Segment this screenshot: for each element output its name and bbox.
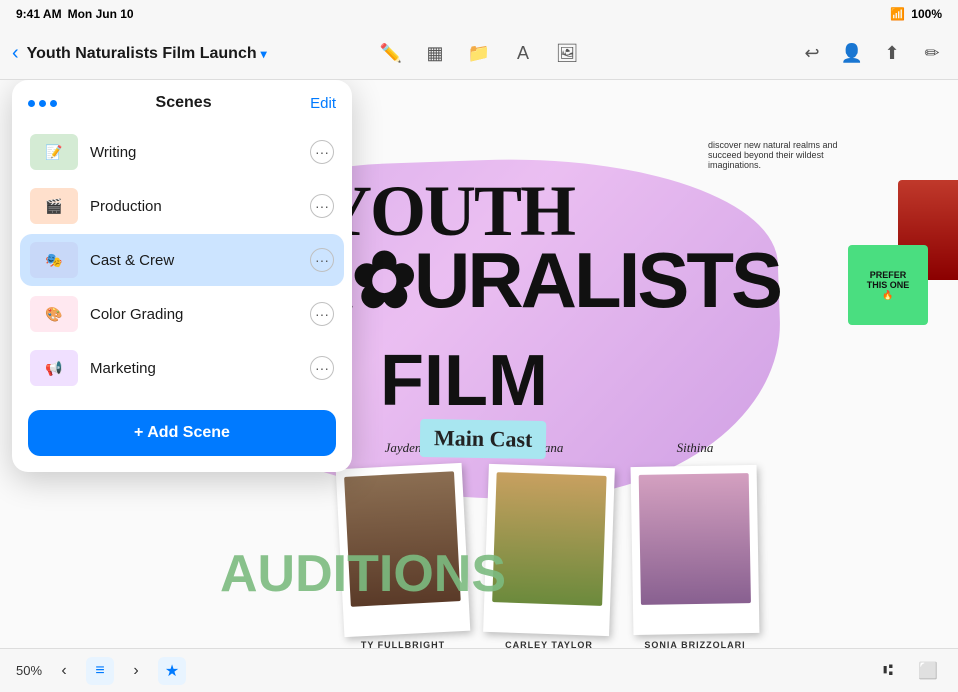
dot-2 xyxy=(39,100,46,107)
folder-icon[interactable]: 📁 xyxy=(465,40,493,68)
scene-list: 📝 Writing ··· 🎬 Production ··· 🎭 Cast & … xyxy=(12,122,352,400)
scene-production-icon: 🎬 xyxy=(45,198,62,215)
scene-name-color-grading: Color Grading xyxy=(90,306,298,323)
status-bar-left: 9:41 AM Mon Jun 10 xyxy=(16,7,134,21)
date-display: Mon Jun 10 xyxy=(68,7,134,21)
forward-nav-button[interactable]: › xyxy=(122,657,150,685)
scene-color-icon: 🎨 xyxy=(45,306,62,323)
list-view-button[interactable]: ≡ xyxy=(86,657,114,685)
prefer-sticky-text: PREFERTHIS ONE🔥 xyxy=(867,270,910,301)
edit-icon[interactable]: ✏ xyxy=(918,40,946,68)
scene-more-writing[interactable]: ··· xyxy=(310,140,334,164)
scene-item-writing[interactable]: 📝 Writing ··· xyxy=(20,126,344,178)
back-nav-button[interactable]: ‹ xyxy=(50,657,78,685)
main-cast-label: Main Cast xyxy=(420,419,547,459)
title-dropdown-icon[interactable]: ▾ xyxy=(261,47,267,61)
grid-icon[interactable]: ▦ xyxy=(421,40,449,68)
pen-tool-icon[interactable]: ✏️ xyxy=(377,40,405,68)
photo-icon[interactable]: 🖼 xyxy=(553,40,581,68)
scenes-header: Scenes Edit xyxy=(12,80,352,122)
hierarchy-icon[interactable]: ⑆ xyxy=(874,657,902,685)
scene-marketing-icon: 📢 xyxy=(45,360,62,377)
add-scene-button[interactable]: + Add Scene xyxy=(28,410,336,456)
star-icon[interactable]: ★ xyxy=(158,657,186,685)
view-mode-icon[interactable]: ⬜ xyxy=(914,657,942,685)
scene-thumb-color-grading: 🎨 xyxy=(30,296,78,332)
scene-thumb-cast-crew: 🎭 xyxy=(30,242,78,278)
scene-thumb-production: 🎬 xyxy=(30,188,78,224)
share-icon[interactable]: ⬆ xyxy=(878,40,906,68)
scene-more-production[interactable]: ··· xyxy=(310,194,334,218)
time-display: 9:41 AM xyxy=(16,7,62,21)
project-title-text: Youth Naturalists Film Launch xyxy=(27,45,257,63)
scene-writing-icon: 📝 xyxy=(45,144,62,161)
battery-display: 100% xyxy=(911,7,942,21)
back-chevron-icon: ‹ xyxy=(12,42,19,65)
bottom-toolbar: 50% ‹ ≡ › ★ ⑆ ⬜ xyxy=(0,648,958,692)
auditions-text: AUDITIONS xyxy=(220,544,506,604)
status-bar-right: 📶 100% xyxy=(890,7,942,21)
desc-text-content: discover new natural realms and succeed … xyxy=(708,140,838,170)
bottom-toolbar-left: 50% ‹ ≡ › ★ xyxy=(16,657,186,685)
scene-name-writing: Writing xyxy=(90,144,298,161)
scene-cast-icon: 🎭 xyxy=(45,252,62,269)
scene-item-color-grading[interactable]: 🎨 Color Grading ··· xyxy=(20,288,344,340)
cast-member-3: Sithina SONIA BRIZZOLARI(SHE / HER) xyxy=(632,440,758,648)
back-button[interactable]: ‹ xyxy=(12,42,19,65)
undo-icon[interactable]: ↩ xyxy=(798,40,826,68)
scenes-panel: Scenes Edit 📝 Writing ··· 🎬 Production ·… xyxy=(12,80,352,472)
status-bar: 9:41 AM Mon Jun 10 📶 100% xyxy=(0,0,958,28)
cast-label-3: SONIA BRIZZOLARI(SHE / HER) xyxy=(644,640,745,648)
zoom-level[interactable]: 50% xyxy=(16,663,42,678)
wifi-icon: 📶 xyxy=(890,7,905,21)
scene-thumb-marketing: 📢 xyxy=(30,350,78,386)
scene-name-marketing: Marketing xyxy=(90,360,298,377)
toolbar-center-icons: ✏️ ▦ 📁 A 🖼 xyxy=(377,40,581,68)
scenes-edit-button[interactable]: Edit xyxy=(310,95,336,112)
main-toolbar: ‹ Youth Naturalists Film Launch ▾ ✏️ ▦ 📁… xyxy=(0,28,958,80)
dot-3 xyxy=(50,100,57,107)
scene-more-cast-crew[interactable]: ··· xyxy=(310,248,334,272)
dot-1 xyxy=(28,100,35,107)
collaborators-icon[interactable]: 👤 xyxy=(838,40,866,68)
scene-more-marketing[interactable]: ··· xyxy=(310,356,334,380)
scene-name-production: Production xyxy=(90,198,298,215)
scene-item-cast-crew[interactable]: 🎭 Cast & Crew ··· xyxy=(20,234,344,286)
scene-name-cast-crew: Cast & Crew xyxy=(90,252,298,269)
cast-label-2: CARLEY TAYLOR(SHE / HER) xyxy=(505,640,593,648)
scene-thumb-writing: 📝 xyxy=(30,134,78,170)
text-icon[interactable]: A xyxy=(509,40,537,68)
scene-item-marketing[interactable]: 📢 Marketing ··· xyxy=(20,342,344,394)
project-title: Youth Naturalists Film Launch ▾ xyxy=(27,45,267,63)
polaroid-3 xyxy=(631,465,760,635)
canvas-description: discover new natural realms and succeed … xyxy=(708,140,858,170)
scenes-panel-title: Scenes xyxy=(156,94,212,112)
scene-item-production[interactable]: 🎬 Production ··· xyxy=(20,180,344,232)
bottom-toolbar-right: ⑆ ⬜ xyxy=(874,657,942,685)
scenes-panel-dots xyxy=(28,100,57,107)
film-title-film: FILM xyxy=(380,340,548,422)
toolbar-right-icons: ↩ 👤 ⬆ ✏ xyxy=(798,40,946,68)
cast-label-1: TY FULLBRIGHT(THEY / THEM) xyxy=(361,640,445,648)
scene-more-color-grading[interactable]: ··· xyxy=(310,302,334,326)
prefer-sticky-note: PREFERTHIS ONE🔥 xyxy=(848,245,928,325)
